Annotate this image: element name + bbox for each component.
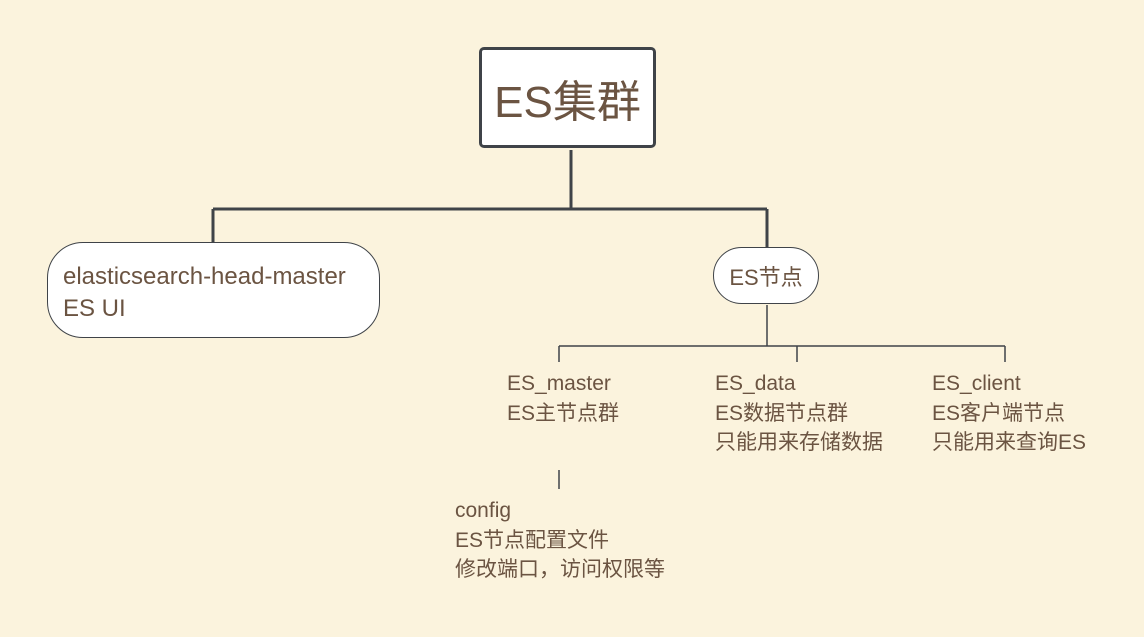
mindmap-canvas: ES集群 elasticsearch-head-master ES UI ES节… <box>0 0 1144 637</box>
es-data-title: ES_data <box>715 372 796 395</box>
es-master-title: ES_master <box>507 372 611 395</box>
es-data-desc: ES数据节点群 <box>715 401 849 425</box>
es-client-note: 只能用来查询ES <box>932 431 1087 454</box>
es-node[interactable]: ES节点 <box>713 247 819 304</box>
es-client-title: ES_client <box>932 372 1021 395</box>
es-data-node[interactable]: ES_data ES数据节点群 只能用来存储数据 <box>715 369 883 458</box>
es-node-label: ES节点 <box>729 264 803 290</box>
config-desc: ES节点配置文件 <box>455 528 610 552</box>
root-node[interactable]: ES集群 <box>479 47 656 148</box>
config-note: 修改端口，访问权限等 <box>455 558 665 581</box>
es-client-desc: ES客户端节点 <box>932 401 1066 425</box>
head-master-node[interactable]: elasticsearch-head-master ES UI <box>47 242 380 338</box>
es-master-node[interactable]: ES_master ES主节点群 <box>507 369 619 428</box>
head-master-node-subtitle: ES UI <box>63 295 126 322</box>
head-master-node-title: elasticsearch-head-master <box>63 263 346 290</box>
es-data-note: 只能用来存储数据 <box>715 431 883 454</box>
es-master-desc: ES主节点群 <box>507 401 620 425</box>
config-node[interactable]: config ES节点配置文件 修改端口，访问权限等 <box>455 496 665 585</box>
es-client-node[interactable]: ES_client ES客户端节点 只能用来查询ES <box>932 369 1086 458</box>
config-title: config <box>455 499 512 522</box>
root-node-label: ES集群 <box>494 77 641 127</box>
